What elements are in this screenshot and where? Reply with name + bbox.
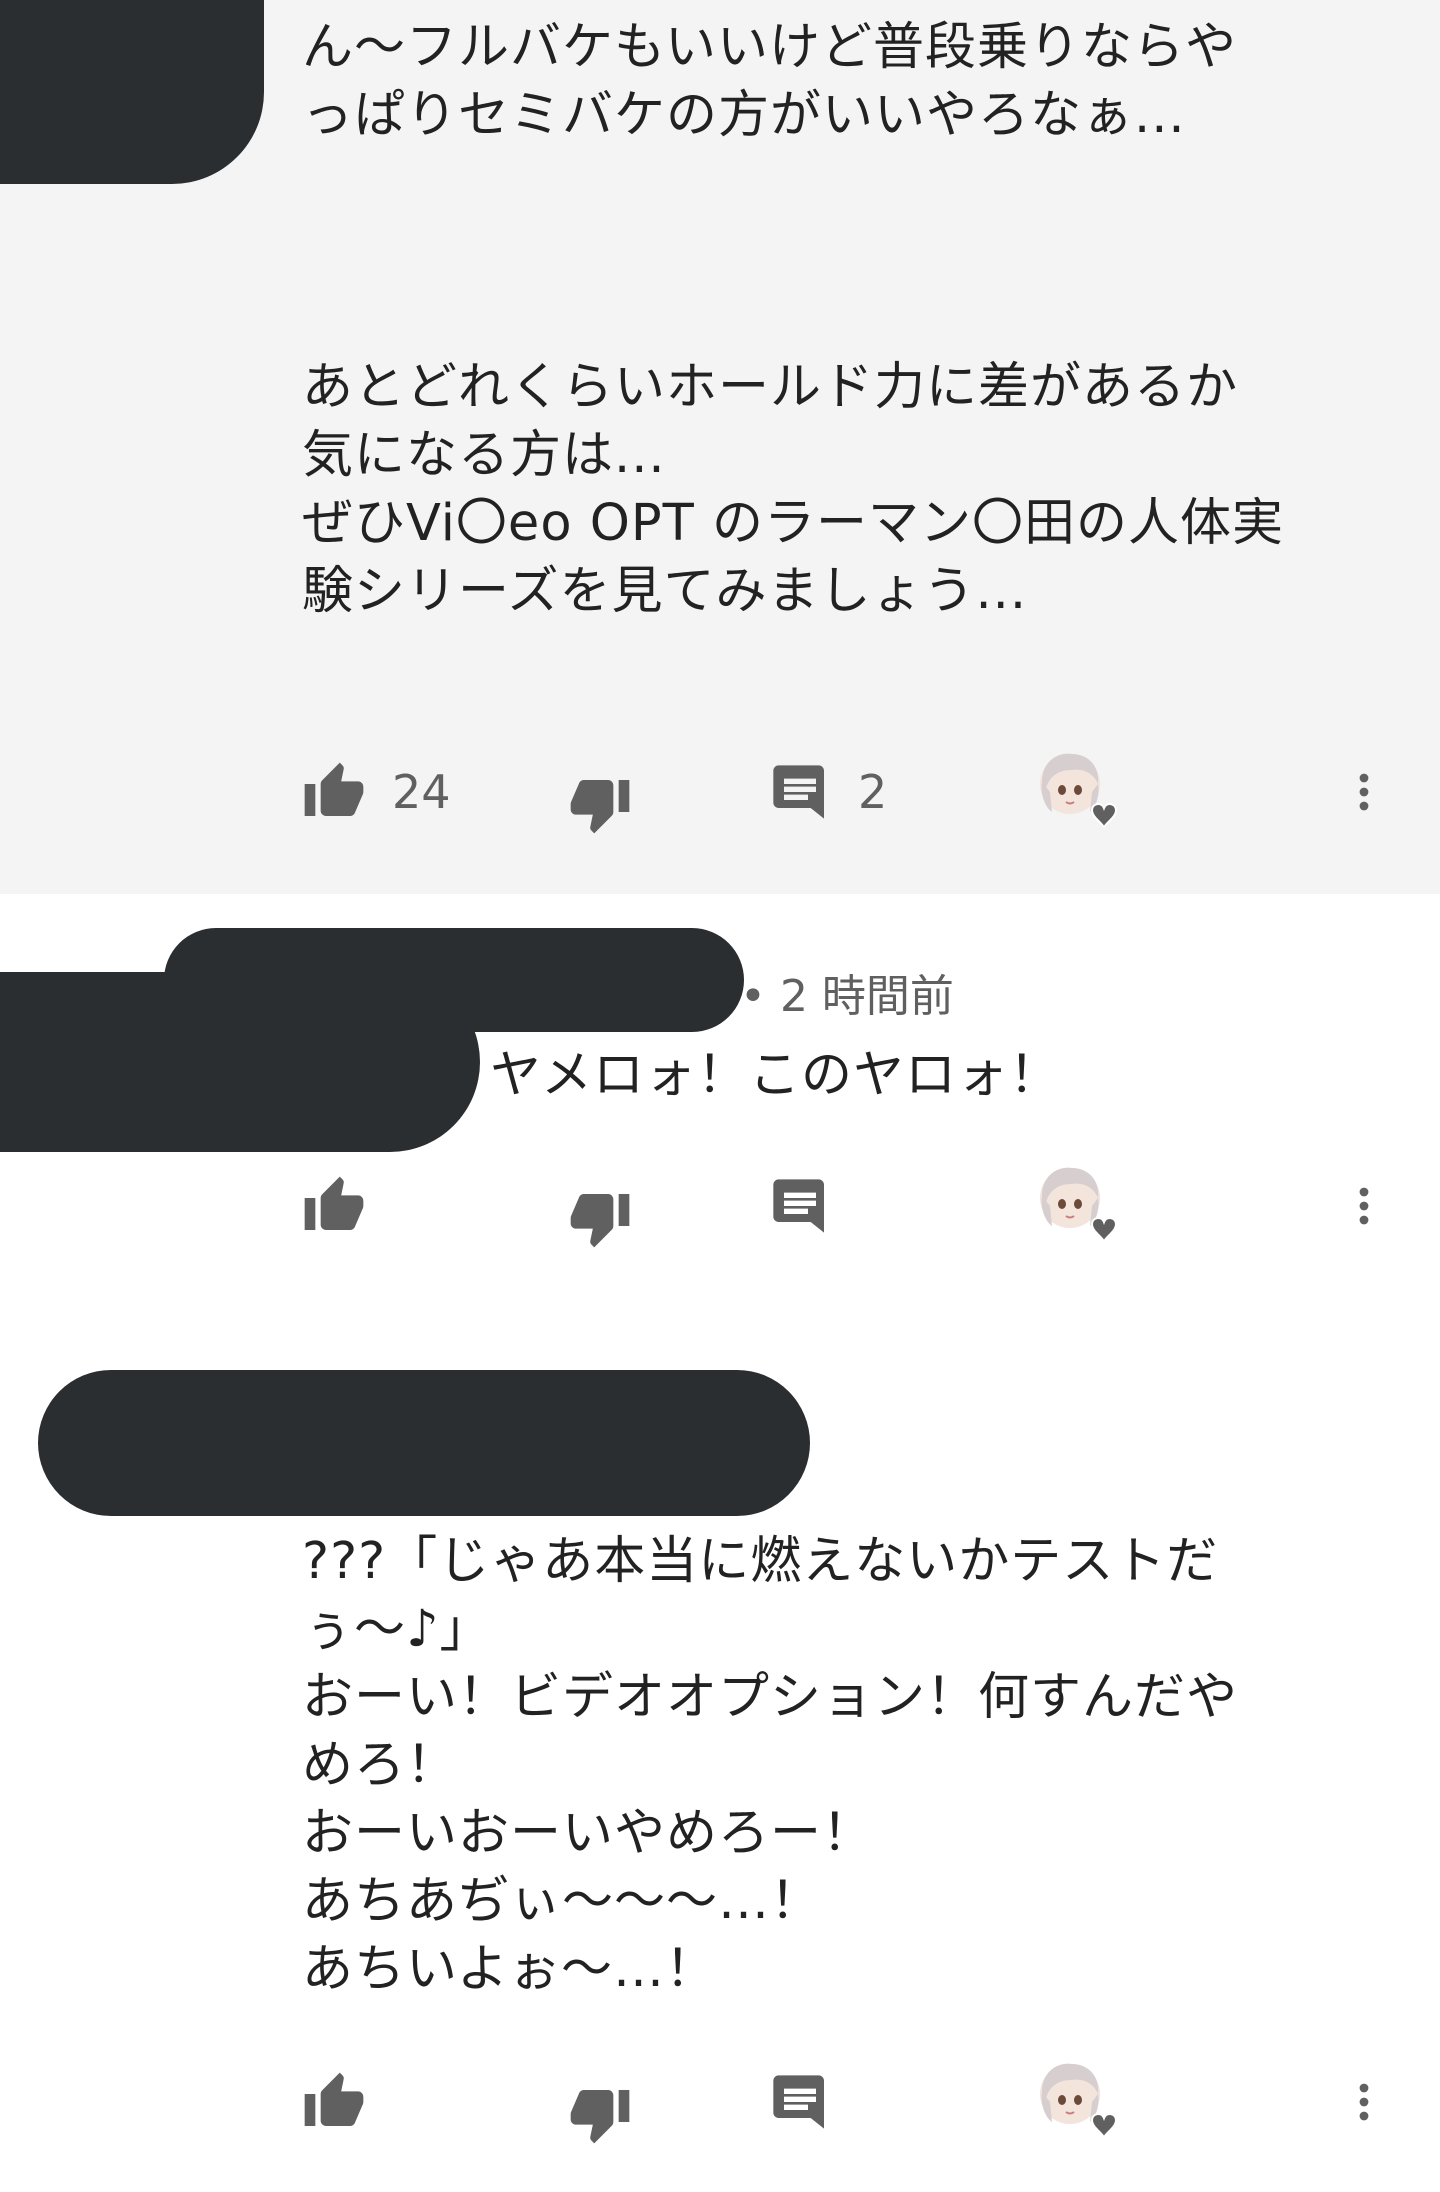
thumb-up-icon	[302, 760, 366, 824]
comment-item: ???「じゃあ本当に燃えないかテストだ ぅ〜♪」 おーい！ビデオオプション！何す…	[0, 1314, 1440, 2192]
redacted-avatar	[0, 972, 480, 1152]
reply-button[interactable]	[768, 2062, 832, 2142]
comment-actions	[0, 2062, 1440, 2142]
reply-comment-icon	[768, 1174, 832, 1238]
thumb-down-icon	[568, 772, 632, 836]
more-options-button[interactable]	[1340, 2062, 1388, 2142]
more-vert-icon	[1340, 2070, 1388, 2134]
redacted-avatar	[0, 0, 264, 184]
reply-button[interactable]	[768, 1166, 832, 1246]
comment-text: ヤメロォ！このヤロォ！	[490, 1046, 1061, 1105]
comment-text: ???「じゃあ本当に燃えないかテストだ ぅ〜♪」 おーい！ビデオオプション！何す…	[302, 1532, 1239, 1999]
comment-actions: 24 2	[0, 752, 1440, 832]
comment-actions	[0, 1166, 1440, 1246]
more-vert-icon	[1340, 1174, 1388, 1238]
dislike-button[interactable]	[568, 1178, 632, 1258]
comment-timestamp: • 2 時間前	[740, 971, 954, 1022]
redacted-username	[38, 1370, 810, 1516]
dislike-button[interactable]	[568, 764, 632, 844]
thumb-up-icon	[302, 1174, 366, 1238]
creator-heart-icon	[1036, 1162, 1122, 1248]
thumb-down-icon	[568, 1186, 632, 1250]
like-button[interactable]	[302, 2062, 366, 2142]
comment-highlighted: ん〜フルバケもいいけど普段乗りならや っぱりセミバケの方がいいやろなぁ... あ…	[0, 0, 1440, 894]
creator-heart-icon	[1036, 748, 1122, 834]
thumb-up-icon	[302, 2070, 366, 2134]
like-count: 24	[392, 765, 451, 819]
more-options-button[interactable]	[1340, 752, 1388, 832]
reply-comment-icon	[768, 2070, 832, 2134]
more-options-button[interactable]	[1340, 1166, 1388, 1246]
comment-text: ん〜フルバケもいいけど普段乗りならや っぱりセミバケの方がいいやろなぁ... あ…	[302, 18, 1284, 621]
timestamp-dot: •	[740, 971, 766, 1022]
reply-comment-icon	[768, 760, 832, 824]
like-button[interactable]: 24	[302, 752, 451, 832]
comment-item: • 2 時間前 ヤメロォ！このヤロォ！	[0, 894, 1440, 1314]
more-vert-icon	[1340, 760, 1388, 824]
thumb-down-icon	[568, 2082, 632, 2146]
dislike-button[interactable]	[568, 2074, 632, 2154]
creator-heart-icon	[1036, 2058, 1122, 2144]
reply-count: 2	[858, 765, 888, 819]
like-button[interactable]	[302, 1166, 366, 1246]
reply-button[interactable]: 2	[768, 752, 887, 832]
